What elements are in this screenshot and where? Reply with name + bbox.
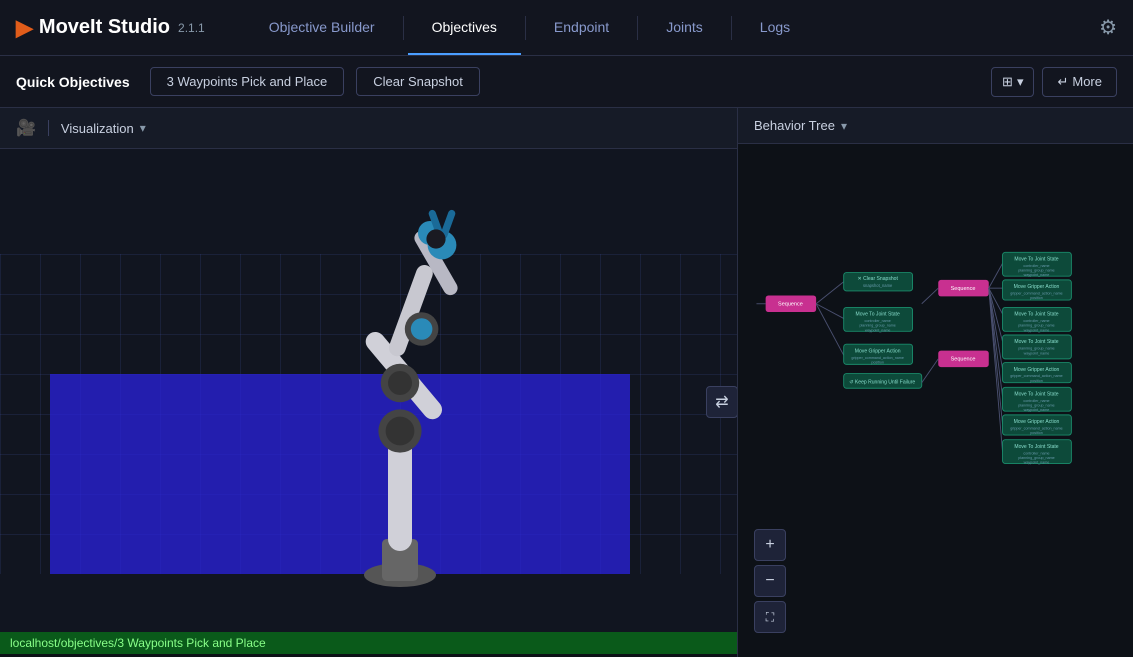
svg-text:planning_group_name: planning_group_name (1018, 347, 1054, 351)
fit-button[interactable]: ⛶ (754, 601, 786, 633)
viz-dropdown-icon[interactable]: ▾ (140, 121, 146, 135)
layout-icon: ⊞ (1002, 74, 1013, 90)
svg-text:position: position (1030, 296, 1043, 300)
bt-title: Behavior Tree (754, 118, 835, 133)
svg-text:Sequence: Sequence (951, 286, 976, 292)
more-label: More (1072, 74, 1102, 89)
svg-text:Move Gripper Action: Move Gripper Action (855, 348, 901, 354)
clear-snapshot-button[interactable]: Clear Snapshot (356, 67, 480, 96)
svg-text:Move To Joint State: Move To Joint State (1014, 257, 1058, 263)
main-content: 🎥 Visualization ▾ (0, 108, 1133, 657)
layout-button[interactable]: ⊞ ▾ (991, 67, 1034, 97)
swap-panels-button[interactable]: ⇄ (706, 386, 737, 418)
robot-arm-svg (300, 179, 500, 599)
viz-separator (48, 120, 49, 136)
svg-text:position: position (1030, 431, 1043, 435)
svg-text:controller_name: controller_name (865, 319, 891, 323)
topnav: ▶ MoveIt Studio 2.1.1 Objective Builder … (0, 0, 1133, 56)
bt-nodes-svg: Sequence ✕ Clear Snapshot snapshot_name … (738, 144, 1133, 649)
svg-text:position: position (871, 360, 884, 364)
nav-item-logs[interactable]: Logs (736, 1, 814, 55)
moveit-logo-icon: ▶ (16, 15, 33, 41)
svg-text:planning_group_name: planning_group_name (859, 324, 895, 328)
svg-text:planning_group_name: planning_group_name (1018, 324, 1054, 328)
svg-text:gripper_command_action_name: gripper_command_action_name (1010, 427, 1062, 431)
svg-text:planning_group_name: planning_group_name (1018, 404, 1054, 408)
quick-objectives-label: Quick Objectives (16, 74, 130, 90)
toolbar: Quick Objectives 3 Waypoints Pick and Pl… (0, 56, 1133, 108)
bt-header: Behavior Tree ▾ (738, 108, 1133, 144)
zoom-in-button[interactable]: + (754, 529, 786, 561)
svg-text:gripper_command_action_name: gripper_command_action_name (1010, 374, 1062, 378)
bt-zoom-controls: + − ⛶ (754, 529, 786, 633)
svg-text:Move To Joint State: Move To Joint State (1014, 312, 1058, 318)
svg-text:↺ Keep Running Until Failure: ↺ Keep Running Until Failure (849, 380, 915, 386)
bt-canvas: Sequence ✕ Clear Snapshot snapshot_name … (738, 144, 1133, 649)
settings-icon[interactable]: ⚙ (1099, 15, 1117, 40)
svg-text:Move Gripper Action: Move Gripper Action (1014, 419, 1060, 425)
svg-text:waypoint_name: waypoint_name (1024, 328, 1050, 332)
svg-text:Sequence: Sequence (778, 302, 803, 308)
camera-icon: 🎥 (16, 118, 36, 138)
status-bar: localhost/objectives/3 Waypoints Pick an… (0, 632, 737, 654)
svg-text:waypoint_name: waypoint_name (1024, 273, 1050, 277)
svg-text:planning_group_name: planning_group_name (1018, 456, 1054, 460)
nav-items: Objective Builder Objectives Endpoint Jo… (245, 1, 1099, 55)
nav-item-endpoint[interactable]: Endpoint (530, 1, 633, 55)
toolbar-right: ⊞ ▾ ↵ More (991, 67, 1117, 97)
svg-text:controller_name: controller_name (1023, 451, 1049, 455)
svg-text:Sequence: Sequence (951, 357, 976, 363)
nav-separator-2 (525, 16, 526, 40)
bt-dropdown-icon[interactable]: ▾ (841, 119, 847, 133)
more-arrow-icon: ↵ (1057, 74, 1068, 90)
zoom-out-button[interactable]: − (754, 565, 786, 597)
nav-item-objectives[interactable]: Objectives (408, 1, 521, 55)
svg-text:waypoint_name: waypoint_name (1024, 351, 1050, 355)
svg-text:✕ Clear Snapshot: ✕ Clear Snapshot (857, 276, 898, 282)
nav-separator-4 (731, 16, 732, 40)
svg-text:waypoint_name: waypoint_name (1024, 461, 1050, 465)
svg-text:controller_name: controller_name (1023, 399, 1049, 403)
nav-item-objective-builder[interactable]: Objective Builder (245, 1, 399, 55)
svg-text:Move To Joint State: Move To Joint State (856, 312, 900, 318)
svg-text:Move Gripper Action: Move Gripper Action (1014, 284, 1060, 290)
svg-text:controller_name: controller_name (1023, 319, 1049, 323)
svg-text:waypoint_name: waypoint_name (1024, 408, 1050, 412)
logo: ▶ MoveIt Studio 2.1.1 (16, 15, 205, 41)
svg-text:Move To Joint State: Move To Joint State (1014, 444, 1058, 450)
svg-text:Move Gripper Action: Move Gripper Action (1014, 367, 1060, 373)
svg-text:planning_group_name: planning_group_name (1018, 269, 1054, 273)
svg-text:gripper_command_action_name: gripper_command_action_name (851, 356, 903, 360)
bt-panel: Behavior Tree ▾ Sequence ✕ Clear Snapsho… (738, 108, 1133, 657)
nav-separator-1 (403, 16, 404, 40)
svg-text:position: position (1030, 379, 1043, 383)
viz-panel: 🎥 Visualization ▾ (0, 108, 738, 657)
svg-text:Move To Joint State: Move To Joint State (1014, 339, 1058, 345)
svg-text:waypoint_name: waypoint_name (865, 328, 891, 332)
svg-text:snapshot_name: snapshot_name (863, 283, 893, 288)
more-button[interactable]: ↵ More (1042, 67, 1117, 97)
viz-title: Visualization (61, 121, 134, 136)
app-version: 2.1.1 (178, 21, 205, 35)
layout-chevron: ▾ (1017, 74, 1024, 90)
svg-text:Move To Joint State: Move To Joint State (1014, 392, 1058, 398)
viz-header: 🎥 Visualization ▾ (0, 108, 737, 149)
app-name: MoveIt Studio (39, 16, 170, 39)
nav-separator-3 (637, 16, 638, 40)
status-text: localhost/objectives/3 Waypoints Pick an… (10, 636, 266, 650)
viewport: ⇄ localhost/objectives/3 Waypoints Pick … (0, 149, 737, 654)
svg-text:controller_name: controller_name (1023, 264, 1049, 268)
nav-item-joints[interactable]: Joints (642, 1, 727, 55)
svg-text:gripper_command_action_name: gripper_command_action_name (1010, 292, 1062, 296)
waypoints-button[interactable]: 3 Waypoints Pick and Place (150, 67, 345, 96)
